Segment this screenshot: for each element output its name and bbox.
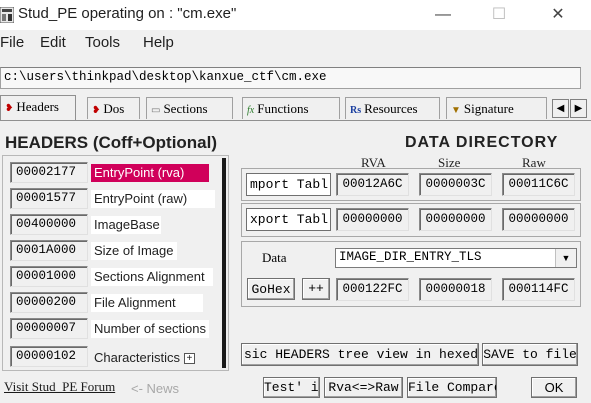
- functions-icon: fx: [247, 105, 255, 116]
- plus-plus-button[interactable]: ++: [302, 278, 330, 300]
- headers-panel: 00002177 EntryPoint (rva) 00001577 Entry…: [2, 155, 229, 371]
- size-of-image-label: Size of Image: [91, 242, 177, 260]
- window-title: Stud_PE operating on : "cm.exe": [18, 5, 237, 22]
- export-raw-field[interactable]: 00000000: [502, 208, 575, 231]
- sections-alignment-label: Sections Alignment: [91, 268, 213, 286]
- minimize-button[interactable]: —: [432, 4, 454, 26]
- file-alignment-label: File Alignment: [91, 294, 203, 312]
- import-size-field[interactable]: 0000003C: [419, 173, 492, 196]
- tab-functions[interactable]: fx Functions: [242, 97, 340, 119]
- selected-dir-value: IMAGE_DIR_ENTRY_TLS: [339, 250, 482, 264]
- tab-resources[interactable]: Rs Resources: [345, 97, 440, 119]
- save-to-file-button[interactable]: SAVE to file: [482, 343, 578, 366]
- test-it-button[interactable]: Test' it: [263, 377, 320, 398]
- menu-edit[interactable]: Edit: [40, 34, 66, 51]
- visit-forum-link[interactable]: Visit Stud_PE Forum: [4, 379, 115, 395]
- entrypoint-rva-label: EntryPoint (rva): [91, 164, 209, 182]
- chevron-down-icon[interactable]: ▼: [555, 249, 576, 267]
- dos-icon: ❥: [92, 105, 101, 116]
- tab-label: Signature: [463, 101, 514, 116]
- import-rva-field[interactable]: 00012A6C: [336, 173, 409, 196]
- menu-file[interactable]: File: [0, 34, 24, 51]
- tab-scroll-left-button[interactable]: ◀: [552, 99, 569, 118]
- entrypoint-raw-label: EntryPoint (raw): [91, 190, 215, 208]
- gohex-button[interactable]: GoHex: [247, 278, 295, 300]
- data-rva-field[interactable]: 000122FC: [336, 278, 409, 301]
- number-of-sections-field[interactable]: 00000007: [10, 318, 88, 339]
- tab-label: Resources: [364, 101, 418, 116]
- maximize-button[interactable]: ☐: [488, 4, 510, 26]
- tab-label: Functions: [257, 101, 309, 116]
- headers-title: HEADERS (Coff+Optional): [5, 133, 218, 152]
- data-directory-title: DATA DIRECTORY: [405, 134, 559, 151]
- characteristics-label: Characteristics: [94, 350, 180, 365]
- app-icon: [0, 6, 15, 24]
- imagebase-field[interactable]: 00400000: [10, 214, 88, 235]
- characteristics-field[interactable]: 00000102: [10, 346, 88, 367]
- data-raw-field[interactable]: 000114FC: [502, 278, 575, 301]
- import-raw-field[interactable]: 00011C6C: [502, 173, 575, 196]
- size-of-image-field[interactable]: 0001A000: [10, 240, 88, 261]
- file-compare-button[interactable]: File Compare: [407, 377, 497, 398]
- resources-icon: Rs: [350, 105, 362, 116]
- data-directory-select[interactable]: IMAGE_DIR_ENTRY_TLS: [335, 248, 577, 268]
- tab-label: Dos: [103, 101, 125, 116]
- data-size-field[interactable]: 00000018: [419, 278, 492, 301]
- file-path-field[interactable]: c:\users\thinkpad\desktop\kanxue_ctf\cm.…: [0, 67, 581, 89]
- news-link[interactable]: <- News: [131, 381, 179, 396]
- signature-icon: ▼: [451, 105, 461, 116]
- entrypoint-rva-field[interactable]: 00002177: [10, 162, 88, 183]
- ok-button[interactable]: OK: [531, 377, 577, 398]
- expand-icon[interactable]: +: [183, 353, 195, 365]
- data-label: Data: [262, 250, 287, 265]
- tab-signature[interactable]: ▼ Signature: [446, 97, 547, 119]
- headers-scrollbar[interactable]: [222, 158, 226, 368]
- tab-dos[interactable]: ❥ Dos: [87, 97, 140, 119]
- tab-label: Headers: [16, 99, 59, 114]
- tab-label: Sections: [163, 101, 208, 116]
- visit-forum-text: Visit Stud_PE Forum: [4, 379, 116, 394]
- menu-help[interactable]: Help: [143, 34, 174, 51]
- imagebase-label: ImageBase: [91, 216, 161, 234]
- tab-scroll-right-button[interactable]: ▶: [570, 99, 587, 118]
- import-table-button[interactable]: mport Tabl: [246, 173, 331, 196]
- close-button[interactable]: ✕: [547, 4, 569, 26]
- export-rva-field[interactable]: 00000000: [336, 208, 409, 231]
- export-size-field[interactable]: 00000000: [419, 208, 492, 231]
- sections-alignment-field[interactable]: 00001000: [10, 266, 88, 287]
- characteristics-row: Characteristics +: [91, 349, 195, 367]
- export-table-button[interactable]: xport Tabl: [246, 208, 331, 231]
- tab-headers[interactable]: ❥ Headers: [0, 95, 76, 121]
- sections-icon: ▭: [151, 105, 161, 116]
- headers-tree-view-button[interactable]: sic HEADERS tree view in hexedi: [241, 343, 479, 366]
- tab-sections[interactable]: ▭ Sections: [146, 97, 233, 119]
- tab-panel-border: [0, 120, 591, 121]
- headers-icon: ❥: [5, 103, 14, 114]
- menu-tools[interactable]: Tools: [85, 34, 120, 51]
- entrypoint-raw-field[interactable]: 00001577: [10, 188, 88, 209]
- file-alignment-field[interactable]: 00000200: [10, 292, 88, 313]
- rva-raw-button[interactable]: Rva<=>Raw: [324, 377, 403, 398]
- number-of-sections-label: Number of sections: [91, 320, 209, 338]
